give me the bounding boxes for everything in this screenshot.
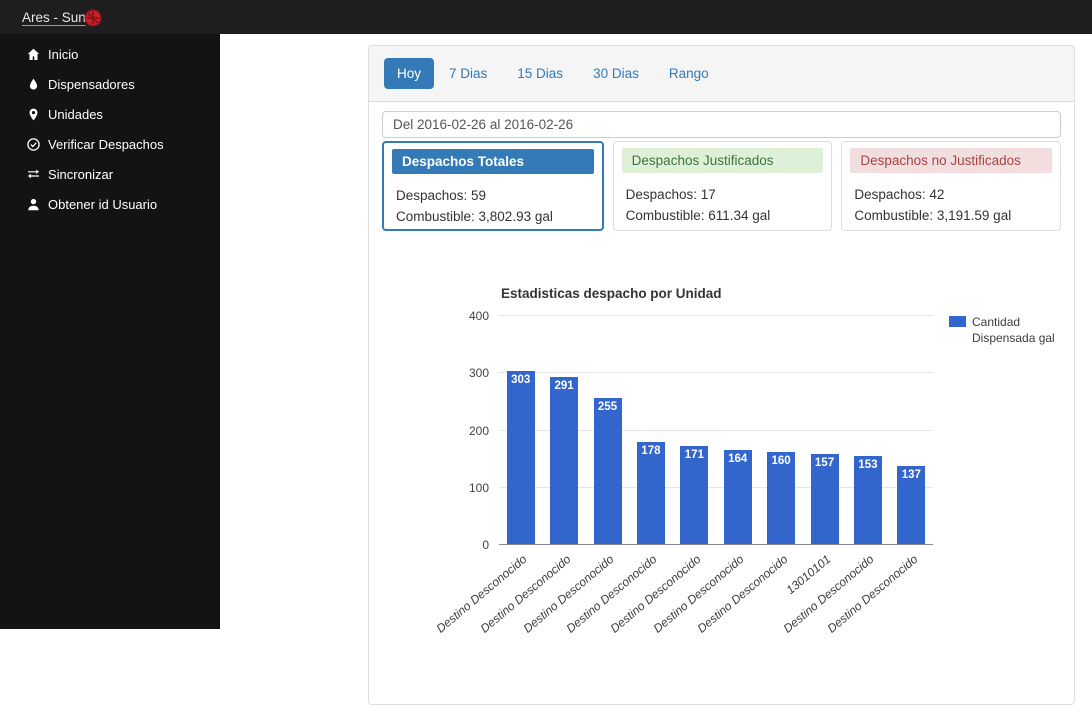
sidebar-item-label: Obtener id Usuario: [48, 197, 157, 212]
card-despachos-justificados: Despachos Justificados Despachos: 17 Com…: [613, 141, 833, 231]
card-title: Despachos no Justificados: [850, 148, 1052, 173]
y-axis-tick-label: 400: [451, 308, 489, 324]
bar-value-label: 291: [550, 380, 578, 392]
main-content: Hoy 7 Dias 15 Dias 30 Dias Rango Despach…: [220, 34, 1092, 629]
card-title: Despachos Totales: [392, 149, 594, 174]
summary-cards-row: Despachos Totales Despachos: 59 Combusti…: [382, 141, 1061, 231]
sidebar-item-unidades[interactable]: Unidades: [0, 99, 220, 129]
bar-value-label: 178: [637, 445, 665, 457]
card-despachos-value: Despachos: 42: [854, 184, 1048, 205]
sidebar-item-obtener-id-usuario[interactable]: Obtener id Usuario: [0, 189, 220, 219]
bar-value-label: 137: [897, 469, 925, 481]
chart-bar[interactable]: 255: [594, 398, 622, 544]
bar-value-label: 164: [724, 453, 752, 465]
top-navbar: Ares - Sun: [0, 0, 1092, 34]
legend-label: Cantidad Dispensada gal: [972, 314, 1064, 346]
card-despachos-value: Despachos: 17: [626, 184, 820, 205]
red-wheel-icon: [84, 9, 102, 27]
chart-bar[interactable]: 164: [724, 450, 752, 544]
tab-hoy[interactable]: Hoy: [384, 58, 434, 89]
sidebar-item-verificar-despachos[interactable]: Verificar Despachos: [0, 129, 220, 159]
chart-bar[interactable]: 171: [680, 446, 708, 544]
chart-bar[interactable]: 153: [854, 456, 882, 544]
user-icon: [27, 198, 40, 211]
card-despachos-totales: Despachos Totales Despachos: 59 Combusti…: [382, 141, 604, 231]
tab-30-dias[interactable]: 30 Dias: [578, 58, 654, 89]
y-axis-tick-label: 300: [451, 365, 489, 381]
date-range-input[interactable]: [382, 111, 1061, 138]
bar-value-label: 255: [594, 401, 622, 413]
legend-swatch: [949, 316, 966, 327]
tab-15-dias[interactable]: 15 Dias: [502, 58, 578, 89]
sidebar-item-dispensadores[interactable]: Dispensadores: [0, 69, 220, 99]
app-brand[interactable]: Ares - Sun: [0, 0, 1092, 34]
bar-value-label: 160: [767, 455, 795, 467]
card-despachos-no-justificados: Despachos no Justificados Despachos: 42 …: [841, 141, 1061, 231]
chart-bar[interactable]: 178: [637, 442, 665, 544]
bar-value-label: 157: [811, 457, 839, 469]
card-despachos-value: Despachos: 59: [396, 185, 590, 206]
chart-bar[interactable]: 137: [897, 466, 925, 544]
sidebar-item-label: Verificar Despachos: [48, 137, 164, 152]
tab-rango[interactable]: Rango: [654, 58, 724, 89]
chart-bar[interactable]: 291: [550, 377, 578, 544]
chart-bar[interactable]: 160: [767, 452, 795, 544]
sync-arrows-icon: [27, 168, 40, 181]
home-icon: [27, 48, 40, 61]
card-title: Despachos Justificados: [622, 148, 824, 173]
bar-value-label: 153: [854, 459, 882, 471]
dashboard-panel: Hoy 7 Dias 15 Dias 30 Dias Rango Despach…: [368, 45, 1075, 705]
chart-title: Estadisticas despacho por Unidad: [501, 286, 722, 301]
chart-plot-area: 0100200300400303Destino Desconocido291De…: [499, 316, 933, 545]
sidebar-item-inicio[interactable]: Inicio: [0, 39, 220, 69]
sidebar-item-label: Sincronizar: [48, 167, 113, 182]
sidebar-item-label: Dispensadores: [48, 77, 135, 92]
y-axis-tick-label: 100: [451, 480, 489, 496]
tab-7-dias[interactable]: 7 Dias: [434, 58, 502, 89]
gridline: [499, 544, 933, 545]
period-tabs: Hoy 7 Dias 15 Dias 30 Dias Rango: [369, 46, 1074, 102]
bar-value-label: 303: [507, 374, 535, 386]
sidebar: Inicio Dispensadores Unidades Verificar …: [0, 34, 220, 629]
card-combustible-value: Combustible: 3,191.59 gal: [854, 205, 1048, 226]
sidebar-item-label: Inicio: [48, 47, 78, 62]
chart-legend: Cantidad Dispensada gal: [949, 314, 1064, 346]
y-axis-tick-label: 0: [451, 537, 489, 553]
sidebar-item-sincronizar[interactable]: Sincronizar: [0, 159, 220, 189]
gridline: [499, 315, 933, 316]
droplet-icon: [27, 78, 40, 91]
map-marker-icon: [27, 108, 40, 121]
gridline: [499, 372, 933, 373]
chart-bar[interactable]: 157: [811, 454, 839, 544]
card-combustible-value: Combustible: 611.34 gal: [626, 205, 820, 226]
brand-text[interactable]: Ares - Sun: [22, 10, 86, 25]
bar-chart: Estadisticas despacho por Unidad 0100200…: [382, 286, 1061, 631]
sidebar-item-label: Unidades: [48, 107, 103, 122]
panel-body: Despachos Totales Despachos: 59 Combusti…: [369, 102, 1074, 640]
chart-bar[interactable]: 303: [507, 371, 535, 544]
y-axis-tick-label: 200: [451, 423, 489, 439]
bar-value-label: 171: [680, 449, 708, 461]
check-circle-icon: [27, 138, 40, 151]
card-combustible-value: Combustible: 3,802.93 gal: [396, 206, 590, 227]
